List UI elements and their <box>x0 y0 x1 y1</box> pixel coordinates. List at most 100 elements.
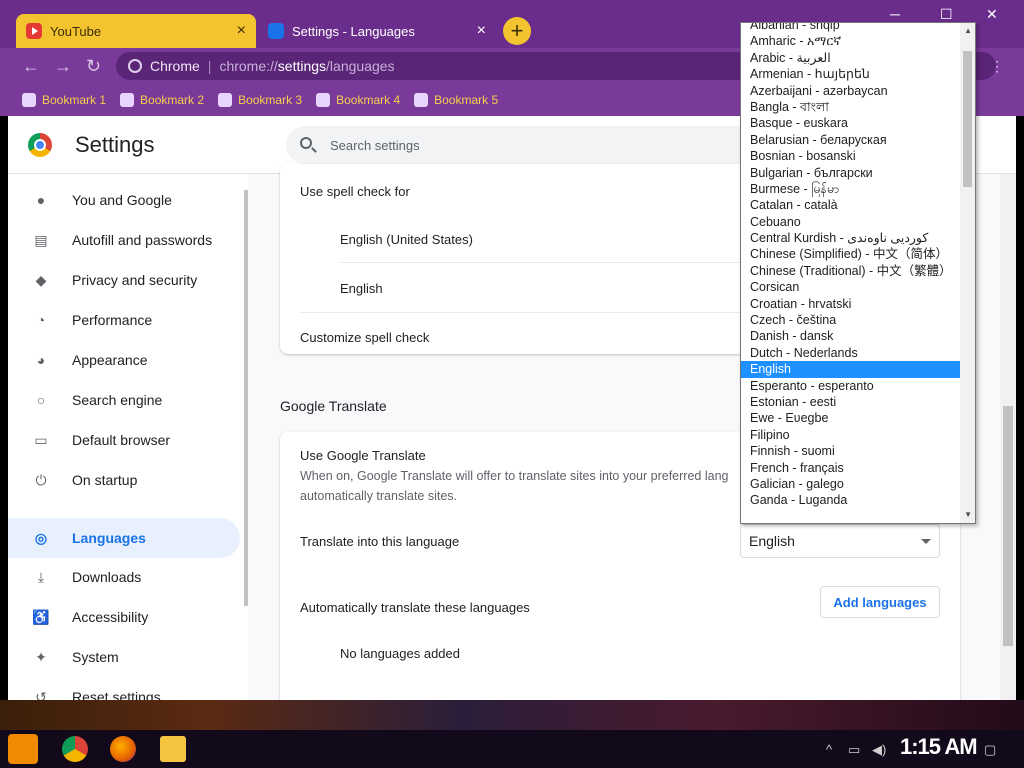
sidebar-item-label: Performance <box>72 312 153 328</box>
volume-icon[interactable]: ◀) <box>872 742 886 758</box>
dropdown-option[interactable]: Basque - euskara <box>741 115 961 131</box>
dropdown-option[interactable]: Chinese (Traditional) - 中文（繁體） <box>741 263 961 279</box>
firefox-taskbar-icon[interactable] <box>110 736 136 762</box>
bookmark-item[interactable]: Bookmark 5 <box>414 93 498 107</box>
sidebar-item-languages[interactable]: ◎ Languages <box>8 518 240 558</box>
page-title: Settings <box>75 132 155 157</box>
customize-spell-check-link[interactable]: Customize spell check <box>300 330 429 345</box>
select-value: English <box>749 533 795 549</box>
reload-icon[interactable]: ↻ <box>86 56 101 76</box>
dropdown-option[interactable]: Azerbaijani - azərbaycan <box>741 83 961 99</box>
sidebar-item-label: Privacy and security <box>72 272 198 288</box>
dropdown-option[interactable]: Bulgarian - български <box>741 165 961 181</box>
network-icon[interactable]: ▭ <box>848 742 860 758</box>
bookmark-favicon-icon <box>120 93 135 107</box>
new-tab-button[interactable]: + <box>503 17 531 45</box>
scroll-up-icon[interactable]: ▲ <box>964 26 972 35</box>
dropdown-option[interactable]: Arabic - العربية <box>741 50 961 66</box>
auto-translate-label: Automatically translate these languages <box>300 600 530 615</box>
file-explorer-icon[interactable] <box>160 736 186 762</box>
sidebar-item-downloads[interactable]: ⤓ Downloads <box>8 557 240 597</box>
dropdown-option[interactable]: Bosnian - bosanski <box>741 148 961 164</box>
dropdown-option[interactable]: Ewe - Eʋegbe <box>741 410 961 426</box>
dropdown-option[interactable]: Danish - dansk <box>741 328 961 344</box>
dropdown-option[interactable]: French - français <box>741 460 961 476</box>
dropdown-option[interactable]: Filipino <box>741 427 961 443</box>
gear-icon <box>268 23 284 39</box>
page-scrollbar-thumb[interactable] <box>1003 406 1013 646</box>
dropdown-option[interactable]: Central Kurdish - کوردیی ناوەندی <box>741 230 961 246</box>
dropdown-option[interactable]: English <box>741 361 961 378</box>
language-dropdown-list[interactable]: Albanian - shqip Amharic - አማርኛ Arabic - ا… <box>740 22 976 524</box>
bookmark-label: Bookmark 2 <box>140 93 205 107</box>
chrome-taskbar-icon[interactable] <box>62 736 88 762</box>
dropdown-option[interactable]: Ganda - Luganda <box>741 492 961 508</box>
target-language-select[interactable]: English <box>740 524 940 558</box>
dropdown-option[interactable]: Amharic - አማርኛ <box>741 33 961 49</box>
dropdown-option[interactable]: Catalan - català <box>741 197 961 213</box>
sidebar-item-appearance[interactable]: ◕ Appearance <box>8 340 240 380</box>
back-icon[interactable]: ← <box>22 56 40 76</box>
bookmark-item[interactable]: Bookmark 4 <box>316 93 400 107</box>
dropdown-option[interactable]: Dutch - Nederlands <box>741 345 961 361</box>
close-window-icon[interactable]: ✕ <box>986 6 998 23</box>
taskbar-clock[interactable]: 1:15 AM <box>900 734 978 760</box>
dropdown-option[interactable]: Armenian - հայերեն <box>741 66 961 82</box>
forward-icon[interactable]: → <box>54 56 72 76</box>
dropdown-option[interactable]: Chinese (Simplified) - 中文（简体） <box>741 246 961 262</box>
dropdown-scrollbar-thumb[interactable] <box>963 51 972 187</box>
sidebar: ● You and Google ▤ Autofill and passwords … <box>8 174 248 700</box>
dropdown-option[interactable]: Esperanto - esperanto <box>741 378 961 394</box>
dropdown-option[interactable]: Czech - čeština <box>741 312 961 328</box>
close-icon[interactable]: × <box>477 23 486 39</box>
section-title: Google Translate <box>280 398 387 414</box>
youtube-icon <box>26 23 42 39</box>
close-icon[interactable]: × <box>237 23 246 39</box>
bookmark-label: Bookmark 5 <box>434 93 499 107</box>
globe-icon: ◎ <box>34 530 48 546</box>
bookmark-item[interactable]: Bookmark 2 <box>120 93 204 107</box>
bookmark-favicon-icon <box>414 93 429 107</box>
maximize-icon[interactable]: ☐ <box>940 6 953 23</box>
tab-settings[interactable]: Settings - Languages × <box>258 14 496 48</box>
use-translate-label: Use Google Translate <box>300 448 426 463</box>
spell-language-item[interactable]: English (United States) <box>340 232 473 247</box>
add-languages-button[interactable]: Add languages <box>820 586 940 618</box>
dropdown-option[interactable]: Bangla - বাংলা <box>741 99 961 115</box>
bookmark-label: Bookmark 1 <box>42 93 107 107</box>
bookmark-item[interactable]: Bookmark 1 <box>22 93 106 107</box>
sidebar-item-performance[interactable]: ◔ Performance <box>8 300 240 340</box>
bookmark-item[interactable]: Bookmark 3 <box>218 93 302 107</box>
dropdown-option[interactable]: Galician - galego <box>741 476 961 492</box>
dropdown-option[interactable]: Croatian - hrvatski <box>741 296 961 312</box>
dropdown-option[interactable]: Corsican <box>741 279 961 295</box>
start-button[interactable] <box>8 734 38 764</box>
chevron-up-icon[interactable]: ^ <box>826 742 832 757</box>
sidebar-item-on-startup[interactable]: ⏻ On startup <box>8 460 240 500</box>
dropdown-option[interactable]: Belarusian - беларуская <box>741 132 961 148</box>
sidebar-item-accessibility[interactable]: ♿ Accessibility <box>8 597 240 637</box>
notifications-icon[interactable]: ▢ <box>984 742 996 758</box>
menu-icon[interactable]: ⋮ <box>990 58 1004 75</box>
dropdown-option[interactable]: Cebuano <box>741 214 961 230</box>
spell-language-item[interactable]: English <box>340 281 383 296</box>
sidebar-item-label: Search engine <box>72 392 163 408</box>
bookmark-label: Bookmark 3 <box>238 93 303 107</box>
tab-youtube[interactable]: YouTube × <box>16 14 256 48</box>
sidebar-item-autofill[interactable]: ▤ Autofill and passwords <box>8 220 240 260</box>
dropdown-option[interactable]: Finnish - suomi <box>741 443 961 459</box>
target-language-label: Translate into this language <box>300 534 460 549</box>
sidebar-item-reset[interactable]: ↺ Reset settings <box>8 677 240 700</box>
sidebar-item-search-engine[interactable]: ○ Search engine <box>8 380 240 420</box>
scroll-down-icon[interactable]: ▼ <box>964 510 972 519</box>
dropdown-option[interactable]: Estonian - eesti <box>741 394 961 410</box>
accessibility-icon: ♿ <box>32 609 50 625</box>
minimize-icon[interactable]: ─ <box>890 6 900 22</box>
sidebar-item-privacy[interactable]: ◆ Privacy and security <box>8 260 240 300</box>
sidebar-item-system[interactable]: ✦ System <box>8 637 240 677</box>
speedometer-icon: ◔ <box>36 312 46 328</box>
dropdown-option[interactable]: Burmese - မြန်မာ <box>741 181 961 197</box>
dropdown-option[interactable]: Albanian - shqip <box>741 23 961 33</box>
sidebar-item-you-and-google[interactable]: ● You and Google <box>8 180 240 220</box>
sidebar-item-default-browser[interactable]: ▭ Default browser <box>8 420 240 460</box>
